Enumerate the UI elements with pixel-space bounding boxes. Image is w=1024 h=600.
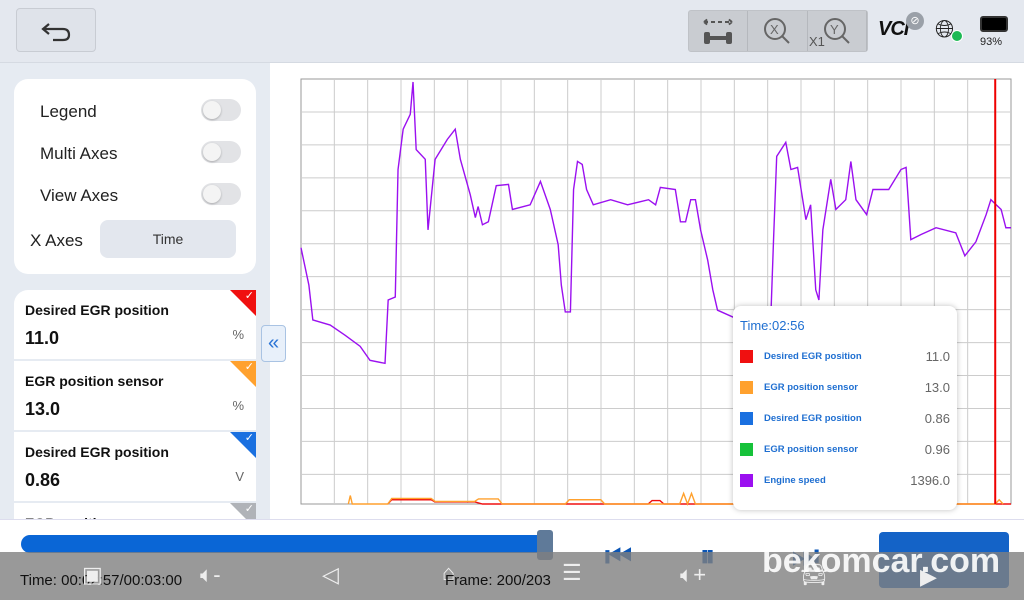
top-bar: X Y X1 VCI ⊘ 🌐︎ 93% (0, 0, 1024, 63)
series-value: 13.0 (924, 380, 950, 395)
fit-width-icon (703, 17, 733, 44)
multi-axes-label: Multi Axes (40, 144, 118, 163)
parameter-name: EGR position sensor (25, 373, 164, 389)
parameter-unit: V (235, 469, 244, 484)
series-name: Desired EGR position (764, 413, 862, 424)
series-name: Desired EGR position (764, 351, 862, 362)
parameter-card[interactable]: Desired EGR position 0.86 V ✓ (14, 432, 256, 501)
parameter-card[interactable]: Desired EGR position 11.0 % ✓ (14, 290, 256, 359)
fit-width-button[interactable] (689, 11, 749, 51)
view-axes-label: View Axes (40, 186, 119, 205)
legend-label: Legend (40, 102, 97, 121)
tooltip-row: EGR position sensor 13.0 (740, 378, 950, 398)
series-swatch (740, 350, 753, 363)
nav-recents-icon[interactable]: ☰ (562, 560, 582, 586)
series-value: 0.86 (924, 411, 950, 426)
series-swatch (740, 412, 753, 425)
series-value: 11.0 (925, 349, 950, 364)
volume-up-icon[interactable]: 🔈︎+ (680, 562, 706, 588)
zoom-x-button[interactable]: X (748, 11, 808, 51)
check-icon: ✓ (244, 503, 254, 515)
series-value: 0.96 (924, 442, 950, 457)
back-button[interactable] (16, 8, 96, 52)
tooltip-row: Engine speed 1396.0 (740, 471, 950, 491)
check-icon: ✓ (244, 432, 254, 444)
chart-tooltip: Time:02:56 Desired EGR position 11.0 EGR… (733, 306, 957, 510)
series-name: EGR position sensor (764, 444, 858, 455)
tooltip-row: Desired EGR position 0.86 (740, 409, 950, 429)
watermark: bekomcar.com (762, 542, 1001, 580)
parameter-value: 0.86 (25, 470, 61, 490)
check-icon: ✓ (244, 290, 254, 302)
zoom-level: X1 (809, 34, 825, 49)
series-value: 1396.0 (910, 473, 950, 488)
tooltip-time: Time:02:56 (740, 318, 805, 333)
series-swatch (740, 381, 753, 394)
back-arrow-icon (41, 23, 71, 42)
parameter-value: 11.0 (25, 328, 60, 348)
legend-toggle[interactable] (201, 99, 241, 121)
parameter-unit: % (232, 398, 244, 413)
parameter-card[interactable]: EGR position sensor 13.0 % ✓ (14, 361, 256, 430)
series-name: Engine speed (764, 475, 826, 486)
screenshot-icon[interactable]: ▣ (82, 562, 103, 588)
playback-frame: Frame: 200/203 (445, 572, 551, 589)
multi-axes-toggle[interactable] (201, 141, 241, 163)
parameter-unit: % (232, 327, 244, 342)
series-name: EGR position sensor (764, 382, 858, 393)
parameter-value: 13.0 (25, 399, 61, 419)
volume-down-icon[interactable]: 🔈︎- (200, 562, 221, 588)
vci-disconnected-icon: ⊘ (906, 12, 924, 30)
series-swatch (740, 443, 753, 456)
tooltip-row: EGR position sensor 0.96 (740, 440, 950, 460)
globe-icon[interactable]: 🌐︎ (935, 16, 954, 44)
x-axes-label: X Axes (30, 231, 83, 250)
parameter-name: Desired EGR position (25, 302, 169, 318)
svg-text:Y: Y (830, 22, 839, 37)
x-axes-select[interactable]: Time (100, 220, 236, 258)
connected-check-icon (951, 30, 963, 42)
svg-text:X: X (770, 22, 779, 37)
tooltip-row: Desired EGR position 11.0 (740, 347, 950, 367)
battery-icon (980, 16, 1008, 32)
vci-status[interactable]: VCI (878, 18, 909, 41)
collapse-panel-button[interactable]: « (261, 325, 286, 362)
nav-back-icon[interactable]: ◁ (322, 562, 339, 588)
parameter-name: Desired EGR position (25, 444, 169, 460)
check-icon: ✓ (244, 361, 254, 373)
view-axes-toggle[interactable] (201, 183, 241, 205)
zoom-x-icon: X (764, 18, 791, 44)
chart-toolbar: X Y X1 (688, 10, 868, 52)
battery-percent: 93% (980, 36, 1003, 48)
options-card: Legend Multi Axes View Axes X Axes Time (14, 79, 256, 274)
zoom-y-icon: Y (823, 18, 850, 44)
progress-slider[interactable] (21, 535, 549, 553)
series-swatch (740, 474, 753, 487)
